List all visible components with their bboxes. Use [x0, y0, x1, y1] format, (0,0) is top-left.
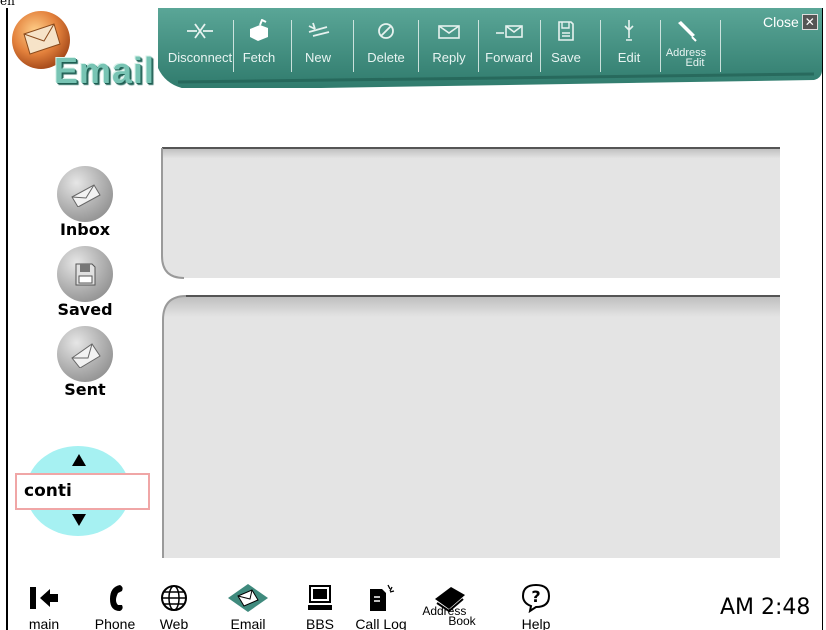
toolbar-divider [418, 20, 419, 72]
scroller-value-field[interactable]: conti [15, 473, 150, 510]
arrow-down-icon[interactable] [72, 514, 86, 526]
sent-icon [57, 326, 113, 382]
new-icon [305, 18, 331, 44]
toolbar-divider [478, 20, 479, 72]
nav-main[interactable]: main [24, 582, 64, 630]
toolbar-divider [291, 20, 292, 72]
nav-bbs[interactable]: BBS [300, 582, 340, 630]
forward-button[interactable]: Forward [480, 18, 538, 74]
bottom-nav-bar: main Phone Web Email BBS Call Log Addres… [8, 580, 822, 630]
arrow-up-icon[interactable] [72, 454, 86, 466]
reply-icon [435, 18, 463, 44]
save-button[interactable]: Save [544, 18, 588, 74]
delete-button[interactable]: Delete [357, 18, 415, 74]
message-body-panel[interactable] [160, 292, 784, 560]
new-button[interactable]: New [295, 18, 341, 74]
help-icon: ? [521, 582, 551, 614]
message-list-panel[interactable] [160, 144, 784, 280]
folder-sent[interactable]: Sent [52, 326, 118, 399]
disconnect-button[interactable]: Disconnect [166, 18, 234, 74]
close-icon: ✕ [801, 14, 818, 30]
nav-email[interactable]: Email [224, 582, 272, 630]
top-toolbar: Email Disconnect Fetch New Delete Reply [8, 8, 822, 91]
svg-text:?: ? [531, 587, 540, 606]
toolbar-divider [353, 20, 354, 72]
right-border [822, 8, 823, 630]
folder-saved[interactable]: Saved [52, 246, 118, 319]
edit-icon [619, 18, 639, 44]
save-icon [555, 18, 577, 44]
left-border [6, 8, 8, 630]
back-arrow-icon [28, 582, 60, 614]
fetch-button[interactable]: Fetch [237, 18, 281, 74]
email-icon [226, 582, 270, 614]
delete-icon [375, 18, 397, 44]
folder-inbox[interactable]: Inbox [52, 166, 118, 239]
computer-icon [307, 582, 333, 614]
address-edit-icon [674, 18, 698, 44]
close-button[interactable]: Close ✕ [763, 14, 818, 30]
toolbar-divider [600, 20, 601, 72]
nav-web[interactable]: Web [156, 582, 192, 630]
edit-button[interactable]: Edit [604, 18, 654, 74]
call-log-icon [366, 582, 396, 614]
reply-button[interactable]: Reply [423, 18, 475, 74]
saved-icon [57, 246, 113, 302]
globe-icon [160, 582, 188, 614]
nav-address-book[interactable]: Address Book [416, 582, 482, 627]
toolbar-divider [720, 20, 721, 72]
inbox-icon [57, 166, 113, 222]
disconnect-icon [185, 18, 215, 44]
nav-help[interactable]: ? Help [516, 582, 556, 630]
address-edit-button[interactable]: Address Edit [658, 18, 714, 74]
forward-icon [494, 18, 524, 44]
page-fragment-text: en [0, 0, 15, 8]
nav-phone[interactable]: Phone [92, 582, 138, 630]
toolbar-divider [233, 20, 234, 72]
phone-icon [102, 582, 128, 614]
toolbar-divider [540, 20, 541, 72]
app-title: Email [54, 50, 156, 91]
nav-call-log[interactable]: Call Log [354, 582, 408, 630]
fetch-icon [246, 18, 272, 44]
clock: AM 2:48 [720, 595, 811, 620]
